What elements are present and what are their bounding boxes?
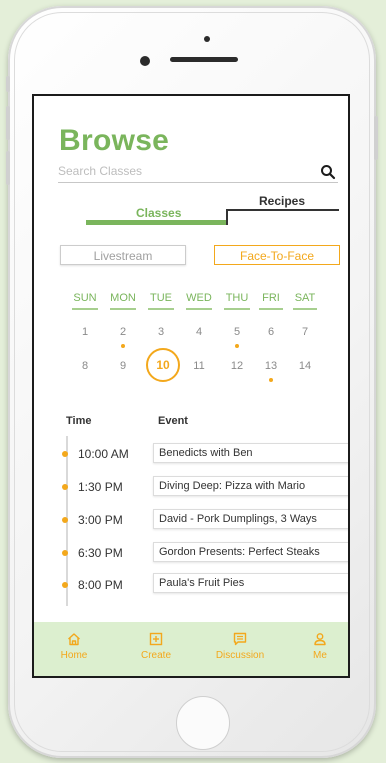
power-button bbox=[374, 116, 378, 160]
calendar-day[interactable]: 1 bbox=[70, 326, 100, 338]
weekday-underline bbox=[224, 308, 250, 310]
user-icon bbox=[314, 633, 326, 646]
home-hardware-button[interactable] bbox=[176, 696, 230, 750]
bottom-navigation: Home Create Discussion Me bbox=[34, 622, 348, 676]
plus-square-icon bbox=[149, 632, 163, 646]
tab-recipes[interactable]: Recipes bbox=[226, 194, 338, 208]
event-item[interactable]: Paula's Fruit Pies bbox=[153, 573, 348, 593]
event-time: 10:00 AM bbox=[78, 447, 129, 461]
event-time: 1:30 PM bbox=[78, 480, 123, 494]
weekday-tue: TUE bbox=[150, 292, 172, 304]
calendar-day[interactable]: 2 bbox=[108, 326, 138, 338]
event-indicator-dot bbox=[269, 378, 273, 382]
tab-classes-indicator bbox=[86, 220, 228, 225]
calendar-day[interactable]: 3 bbox=[146, 326, 176, 338]
app-screen: Browse Classes Recipes Livestream Face-T… bbox=[32, 94, 350, 678]
timeline-dot bbox=[62, 582, 68, 588]
event-indicator-dot bbox=[121, 344, 125, 348]
weekday-fri: FRI bbox=[262, 292, 280, 304]
calendar-day[interactable]: 4 bbox=[184, 326, 214, 338]
selected-calendar-day[interactable]: 10 bbox=[146, 348, 180, 382]
livestream-toggle-button[interactable]: Livestream bbox=[60, 245, 186, 265]
event-item[interactable]: Diving Deep: Pizza with Mario bbox=[153, 476, 348, 496]
timeline-dot bbox=[62, 550, 68, 556]
nav-discussion[interactable]: Discussion bbox=[210, 632, 270, 661]
nav-discussion-label: Discussion bbox=[215, 650, 265, 661]
weekday-underline bbox=[110, 308, 136, 310]
weekday-wed: WED bbox=[186, 292, 212, 304]
calendar-day[interactable]: 14 bbox=[290, 360, 320, 372]
nav-me[interactable]: Me bbox=[290, 632, 348, 661]
time-column-header: Time bbox=[66, 415, 92, 427]
weekday-underline bbox=[72, 308, 98, 310]
weekday-underline bbox=[186, 308, 212, 310]
earpiece-speaker bbox=[170, 57, 238, 62]
top-sensor bbox=[204, 36, 210, 42]
event-item[interactable]: Benedicts with Ben bbox=[153, 443, 348, 463]
event-time: 3:00 PM bbox=[78, 513, 123, 527]
weekday-underline bbox=[293, 308, 317, 310]
calendar-day[interactable]: 9 bbox=[108, 360, 138, 372]
tab-classes[interactable]: Classes bbox=[86, 206, 226, 220]
event-time: 6:30 PM bbox=[78, 546, 123, 560]
home-icon bbox=[68, 633, 80, 646]
face-to-face-toggle-button[interactable]: Face-To-Face bbox=[214, 245, 340, 265]
weekday-sun: SUN bbox=[73, 292, 97, 304]
weekday-underline bbox=[148, 308, 174, 310]
search-input[interactable] bbox=[58, 163, 308, 179]
search-underline bbox=[58, 182, 338, 183]
event-time: 8:00 PM bbox=[78, 578, 123, 592]
event-item[interactable]: Gordon Presents: Perfect Steaks bbox=[153, 542, 348, 562]
nav-me-label: Me bbox=[313, 650, 327, 661]
calendar-day[interactable]: 12 bbox=[222, 360, 252, 372]
timeline-dot bbox=[62, 517, 68, 523]
volume-up-button bbox=[6, 106, 10, 140]
calendar-day[interactable]: 7 bbox=[290, 326, 320, 338]
timeline-dot bbox=[62, 451, 68, 457]
calendar-day[interactable]: 6 bbox=[256, 326, 286, 338]
nav-home[interactable]: Home bbox=[44, 632, 104, 661]
tab-recipes-underline bbox=[226, 209, 339, 211]
calendar-day[interactable]: 13 bbox=[256, 360, 286, 372]
event-indicator-dot bbox=[235, 344, 239, 348]
nav-create-label: Create bbox=[140, 650, 171, 661]
calendar-day[interactable]: 5 bbox=[222, 326, 252, 338]
weekday-underline bbox=[259, 308, 283, 310]
calendar-day[interactable]: 11 bbox=[184, 360, 214, 372]
calendar-day[interactable]: 8 bbox=[70, 360, 100, 372]
nav-create[interactable]: Create bbox=[126, 632, 186, 661]
event-column-header: Event bbox=[158, 415, 188, 427]
weekday-sat: SAT bbox=[294, 292, 316, 304]
search-icon[interactable] bbox=[320, 164, 336, 180]
event-item[interactable]: David - Pork Dumplings, 3 Ways bbox=[153, 509, 348, 529]
page-title: Browse bbox=[59, 124, 170, 157]
weekday-thu: THU bbox=[225, 292, 249, 304]
volume-down-button bbox=[6, 151, 10, 185]
tab-divider bbox=[226, 209, 228, 225]
nav-home-label: Home bbox=[60, 650, 88, 661]
mute-switch bbox=[6, 76, 10, 92]
front-camera bbox=[140, 56, 150, 66]
timeline-dot bbox=[62, 484, 68, 490]
chat-icon bbox=[233, 632, 247, 646]
weekday-mon: MON bbox=[110, 292, 136, 304]
